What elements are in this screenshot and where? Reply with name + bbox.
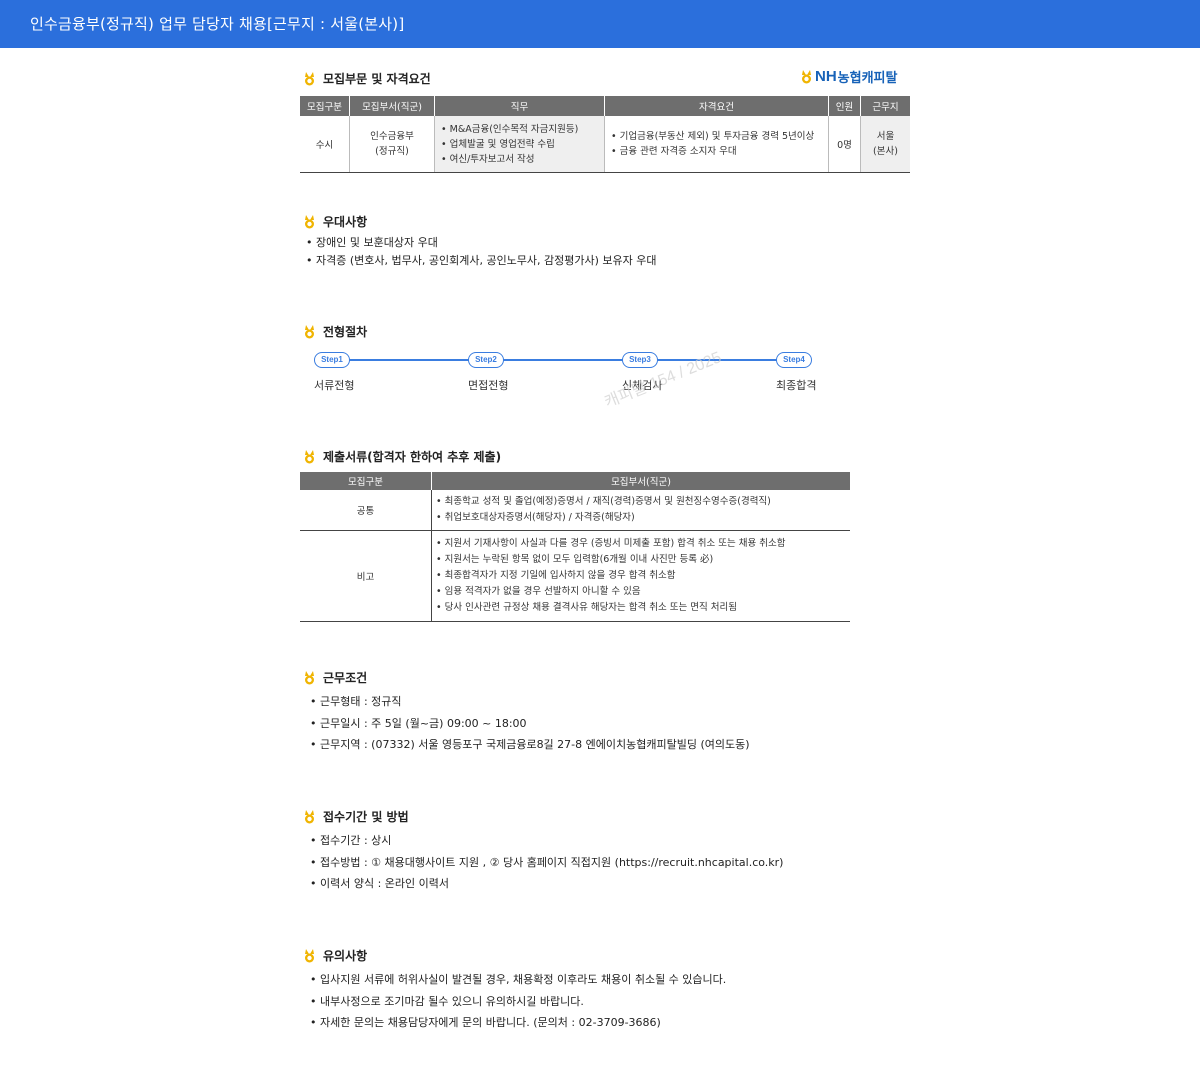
list-item: 근무지역 : (07332) 서울 영등포구 국제금융로8길 27-8 엔에이치…	[310, 734, 750, 756]
recruit-duties: • M&A금융(인수목적 자금지원등) • 업체발굴 및 영업전략 수립 • 여…	[434, 116, 605, 173]
nh-capital-logo: NH 농협캐피탈	[801, 67, 897, 86]
medal-icon	[304, 214, 315, 229]
list-item: 근무형태 : 정규직	[310, 691, 750, 713]
section-heading-conditions: 근무조건	[304, 669, 367, 686]
section-title: 제출서류(합격자 한하여 추후 제출)	[323, 450, 502, 464]
list-item: 내부사정으로 조기마감 될수 있으니 유의하시길 바랍니다.	[310, 991, 726, 1013]
section-title: 접수기간 및 방법	[323, 810, 409, 824]
logo-brand: NH	[815, 68, 837, 85]
doc-items: • 최종학교 성적 및 졸업(예정)증명서 / 재직(경력)증명서 및 원천징수…	[431, 490, 850, 531]
doc-category: 비고	[300, 530, 432, 622]
conditions-list: 근무형태 : 정규직 근무일시 : 주 5일 (월~금) 09:00 ~ 18:…	[310, 691, 750, 756]
doc-item: • 임용 적격자가 없을 경우 선발하지 아니할 수 있음	[436, 586, 641, 597]
notice-list: 입사지원 서류에 허위사실이 발견될 경우, 채용확정 이후라도 채용이 취소될…	[310, 969, 726, 1034]
section-title: 전형절차	[323, 325, 368, 339]
process-steps: Step1 Step2 Step3 Step4 서류전형 면접전형 신체검사 최…	[314, 352, 817, 392]
list-item: 근무일시 : 주 5일 (월~금) 09:00 ~ 18:00	[310, 713, 750, 735]
logo-mark-icon	[801, 69, 812, 84]
section-title: 근무조건	[323, 671, 368, 685]
job-posting-document: 모집부문 및 자격요건 NH 농협캐피탈 모집구분 모집부서(직군) 직무 자격요…	[0, 48, 1200, 1084]
table-header: 근무지	[860, 96, 910, 116]
doc-item: • 당사 인사관련 규정상 채용 결격사유 해당자는 합격 취소 또는 면직 처…	[436, 602, 738, 613]
table-row: 수시 인수금융부 (정규직) • M&A금융(인수목적 자금지원등) • 업체발…	[300, 116, 910, 173]
table-header: 자격요건	[604, 96, 829, 116]
list-item: 자세한 문의는 채용담당자에게 문의 바랍니다. (문의처 : 02-3709-…	[310, 1012, 726, 1034]
step-pill: Step4	[776, 352, 812, 368]
documents-table: 모집구분 모집부서(직군) 공통 • 최종학교 성적 및 졸업(예정)증명서 /…	[300, 472, 850, 622]
list-item: 접수기간 : 상시	[310, 830, 783, 852]
dept-line: (정규직)	[375, 146, 409, 157]
location-line: (본사)	[873, 146, 898, 157]
duty-item: • M&A금융(인수목적 자금지원등)	[441, 123, 579, 135]
process-line	[334, 359, 794, 361]
medal-icon	[304, 449, 315, 464]
apply-list: 접수기간 : 상시 접수방법 : ① 채용대행사이트 지원 , ② 당사 홈페이…	[310, 830, 783, 895]
table-header: 직무	[434, 96, 605, 116]
section-title: 유의사항	[323, 949, 368, 963]
medal-icon	[304, 324, 315, 339]
section-heading-process: 전형절차	[304, 323, 367, 340]
dept-line: 인수금융부	[370, 131, 414, 142]
recruit-dept: 인수금융부 (정규직)	[349, 116, 435, 173]
list-item: 입사지원 서류에 허위사실이 발견될 경우, 채용확정 이후라도 채용이 취소될…	[310, 969, 726, 991]
medal-icon	[304, 670, 315, 685]
step-pill: Step2	[468, 352, 504, 368]
list-item: 이력서 양식 : 온라인 이력서	[310, 873, 783, 895]
table-header: 모집부서(직군)	[431, 472, 850, 490]
step-label: 최종합격	[776, 379, 817, 392]
table-header: 모집구분	[300, 472, 432, 490]
doc-item: • 지원서는 누락된 항목 없이 모두 입력함(6개월 이내 사진만 등록 必)	[436, 554, 714, 565]
step-pill: Step3	[622, 352, 658, 368]
step-label: 면접전형	[468, 379, 509, 392]
list-item: 장애인 및 보훈대상자 우대	[306, 234, 657, 252]
step-label: 서류전형	[314, 379, 355, 392]
doc-items: • 지원서 기재사항이 사실과 다를 경우 (증빙서 미제출 포함) 합격 취소…	[431, 530, 850, 622]
step-pill: Step1	[314, 352, 350, 368]
doc-item: • 지원서 기재사항이 사실과 다를 경우 (증빙서 미제출 포함) 합격 취소…	[436, 538, 786, 549]
table-header: 인원	[828, 96, 861, 116]
table-header: 모집부서(직군)	[349, 96, 435, 116]
qualification-item: • 금융 관련 자격증 소지자 우대	[611, 146, 737, 157]
section-heading-preferred: 우대사항	[304, 213, 367, 230]
duty-item: • 업체발굴 및 영업전략 수립	[441, 138, 555, 150]
doc-item: • 최종합격자가 지정 기일에 입사하지 않을 경우 합격 취소함	[436, 570, 676, 581]
location-line: 서울	[876, 131, 895, 142]
medal-icon	[304, 809, 315, 824]
duty-item: • 여신/투자보고서 작성	[441, 153, 535, 165]
list-item: 접수방법 : ① 채용대행사이트 지원 , ② 당사 홈페이지 직접지원 (ht…	[310, 852, 783, 874]
doc-item: • 최종학교 성적 및 졸업(예정)증명서 / 재직(경력)증명서 및 원천징수…	[436, 496, 771, 507]
table-row: 공통 • 최종학교 성적 및 졸업(예정)증명서 / 재직(경력)증명서 및 원…	[300, 490, 850, 531]
table-row: 비고 • 지원서 기재사항이 사실과 다를 경우 (증빙서 미제출 포함) 합격…	[300, 530, 850, 622]
section-heading-recruit: 모집부문 및 자격요건	[304, 70, 431, 87]
medal-icon	[304, 948, 315, 963]
section-title: 모집부문 및 자격요건	[323, 72, 431, 86]
section-heading-apply: 접수기간 및 방법	[304, 808, 409, 825]
header-bar: 인수금융부(정규직) 업무 담당자 채용[근무지 : 서울(본사)]	[0, 0, 1200, 48]
table-header: 모집구분	[300, 96, 350, 116]
section-title: 우대사항	[323, 215, 368, 229]
recruit-type: 수시	[300, 116, 350, 173]
section-heading-documents: 제출서류(합격자 한하여 추후 제출)	[304, 448, 501, 465]
section-heading-notice: 유의사항	[304, 947, 367, 964]
doc-category: 공통	[300, 490, 432, 531]
medal-icon	[304, 71, 315, 86]
recruit-location: 서울 (본사)	[860, 116, 910, 173]
logo-name: 농협캐피탈	[837, 71, 898, 86]
qualification-item: • 기업금융(부동산 제외) 및 투자금융 경력 5년이상	[611, 131, 815, 142]
page-title: 인수금융부(정규직) 업무 담당자 채용[근무지 : 서울(본사)]	[30, 15, 405, 33]
recruit-table: 모집구분 모집부서(직군) 직무 자격요건 인원 근무지 수시 인수금융부 (정…	[300, 96, 910, 173]
recruit-qualifications: • 기업금융(부동산 제외) 및 투자금융 경력 5년이상 • 금융 관련 자격…	[604, 116, 829, 173]
preferred-list: 장애인 및 보훈대상자 우대 자격증 (변호사, 법무사, 공인회계사, 공인노…	[306, 234, 657, 270]
recruit-count: 0명	[828, 116, 861, 173]
doc-item: • 취업보호대상자증명서(해당자) / 자격증(해당자)	[436, 512, 635, 523]
list-item: 자격증 (변호사, 법무사, 공인회계사, 공인노무사, 감정평가사) 보유자 …	[306, 252, 657, 270]
